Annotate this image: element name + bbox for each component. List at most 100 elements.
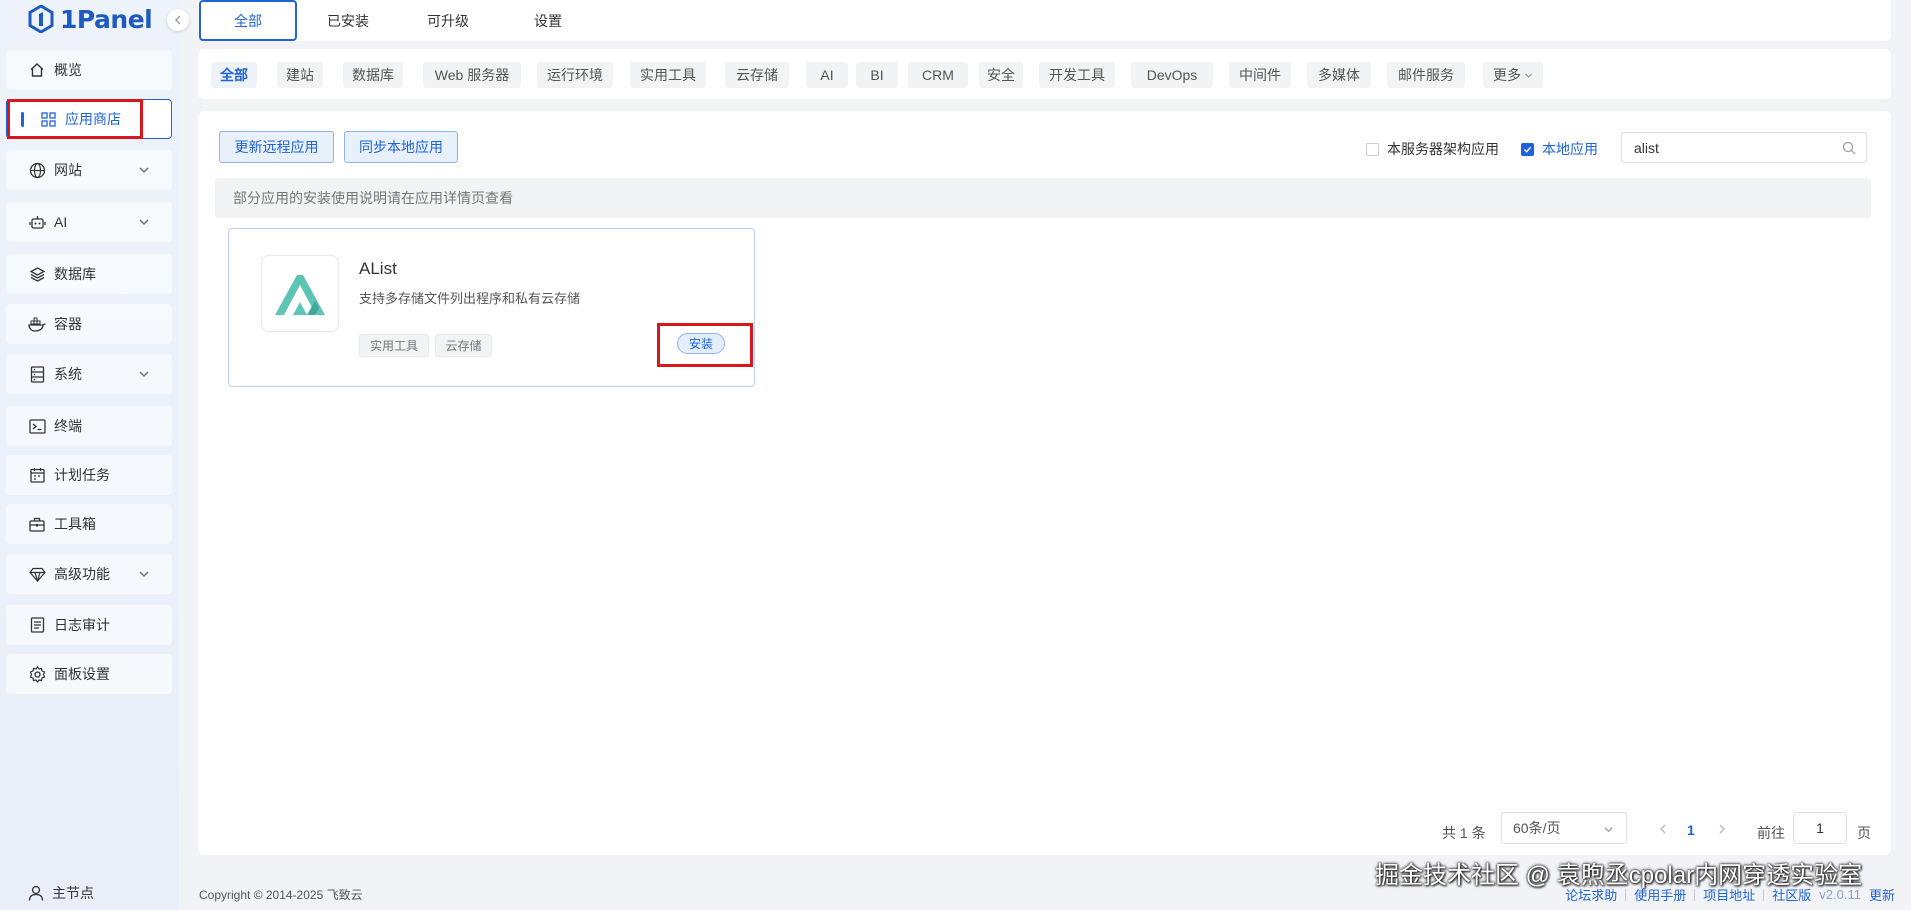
sidebar-item-container[interactable]: 容器 (6, 304, 172, 344)
next-page-button[interactable] (1717, 822, 1727, 838)
app-description: 支持多存储文件列出程序和私有云存储 (359, 291, 581, 306)
sidebar-item-ai[interactable]: AI (6, 202, 172, 242)
sidebar-item-label: 终端 (54, 418, 82, 434)
category-media[interactable]: 多媒体 (1307, 62, 1371, 88)
logo[interactable]: 1Panel (28, 4, 153, 34)
category-all[interactable]: 全部 (211, 62, 257, 88)
log-icon (28, 616, 46, 634)
category-bi[interactable]: BI (856, 62, 898, 88)
app-card[interactable]: AList 支持多存储文件列出程序和私有云存储 实用工具 云存储 安装 (228, 228, 755, 387)
terminal-icon (28, 417, 46, 435)
user-icon (28, 885, 44, 901)
category-website[interactable]: 建站 (277, 62, 323, 88)
category-filter: 全部 建站 数据库 Web 服务器 运行环境 实用工具 云存储 AI BI CR… (198, 49, 1891, 99)
divider (1763, 888, 1765, 901)
sidebar-item-label: 工具箱 (54, 516, 96, 532)
footer-link-project[interactable]: 项目地址 (1703, 885, 1755, 904)
version-label: v2.0.11 (1819, 887, 1861, 902)
sidebar-item-database[interactable]: 数据库 (6, 254, 172, 294)
calendar-icon (28, 466, 46, 484)
sync-local-apps-button[interactable]: 同步本地应用 (344, 131, 458, 163)
app-list-panel: 更新远程应用 同步本地应用 本服务器架构应用 本地应用 alist 部分应用的安… (198, 111, 1891, 855)
footer-link-forum[interactable]: 论坛求助 (1565, 885, 1617, 904)
goto-page-input[interactable]: 1 (1793, 812, 1847, 844)
category-devops[interactable]: DevOps (1131, 62, 1213, 88)
node-label: 主节点 (52, 885, 94, 901)
chevron-down-icon (139, 167, 149, 173)
update-link[interactable]: 更新 (1869, 885, 1895, 904)
copyright: Copyright © 2014-2025 飞致云 (199, 888, 363, 902)
category-database[interactable]: 数据库 (343, 62, 403, 88)
sidebar-item-label: 计划任务 (54, 467, 110, 483)
sidebar-item-cron[interactable]: 计划任务 (6, 455, 172, 495)
sidebar-item-toolbox[interactable]: 工具箱 (6, 504, 172, 544)
search-icon[interactable] (1842, 141, 1856, 155)
tab-installed[interactable]: 已安装 (310, 0, 386, 41)
divider (1694, 888, 1696, 901)
sidebar-item-panel-settings[interactable]: 面板设置 (6, 654, 172, 694)
node-switcher[interactable]: 主节点 (28, 883, 94, 903)
chevron-right-icon (1719, 824, 1725, 834)
check-icon (1523, 146, 1532, 153)
search-input[interactable]: alist (1621, 132, 1867, 163)
footer-link-manual[interactable]: 使用手册 (1634, 885, 1686, 904)
sidebar-item-advanced[interactable]: 高级功能 (6, 554, 172, 594)
footer-links: 论坛求助 使用手册 项目地址 社区版 v2.0.11 更新 (1565, 885, 1895, 904)
notice-bar: 部分应用的安装使用说明请在应用详情页查看 (215, 178, 1871, 218)
footer-link-edition[interactable]: 社区版 (1772, 885, 1811, 904)
category-security[interactable]: 安全 (979, 62, 1023, 88)
server-icon (28, 365, 46, 383)
chevron-left-icon (175, 15, 181, 25)
search-value: alist (1634, 139, 1659, 156)
update-remote-apps-button[interactable]: 更新远程应用 (219, 131, 334, 163)
tab-upgradable[interactable]: 可升级 (410, 0, 486, 41)
category-tools[interactable]: 实用工具 (630, 62, 706, 88)
page-size-select[interactable]: 60条/页 (1501, 812, 1627, 844)
page-suffix: 页 (1857, 825, 1871, 841)
sidebar-item-label: 网站 (54, 162, 82, 178)
chevron-down-icon (139, 371, 149, 377)
sidebar-item-overview[interactable]: 概览 (6, 50, 172, 90)
chevron-down-icon (1604, 827, 1613, 833)
toolbox-icon (28, 515, 46, 533)
category-ai[interactable]: AI (806, 62, 848, 88)
category-cloud-storage[interactable]: 云存储 (725, 62, 789, 88)
sidebar-item-label: 日志审计 (54, 617, 110, 633)
category-more-dropdown[interactable]: 更多 (1483, 62, 1543, 88)
checkbox-box (1366, 142, 1379, 156)
app-tag: 云存储 (435, 334, 492, 357)
category-runtime[interactable]: 运行环境 (537, 62, 613, 88)
category-crm[interactable]: CRM (908, 62, 968, 88)
logo-text: 1Panel (60, 4, 153, 34)
top-tabs: 全部 已安装 可升级 设置 (198, 0, 1891, 41)
goto-label: 前往 (1757, 825, 1785, 841)
local-apps-checkbox[interactable]: 本地应用 (1521, 139, 1598, 159)
sidebar-item-label: 高级功能 (54, 566, 110, 582)
app-name[interactable]: AList (359, 259, 397, 279)
prev-page-button[interactable] (1658, 822, 1668, 838)
category-web-server[interactable]: Web 服务器 (423, 62, 521, 88)
sidebar-item-label: 面板设置 (54, 666, 110, 682)
category-dev-tools[interactable]: 开发工具 (1039, 62, 1115, 88)
home-icon (28, 61, 46, 79)
app-logo (261, 255, 339, 332)
sidebar-item-website[interactable]: 网站 (6, 150, 172, 190)
sidebar-item-log-audit[interactable]: 日志审计 (6, 605, 172, 645)
highlight-box (7, 99, 143, 139)
tab-all[interactable]: 全部 (199, 0, 297, 41)
arch-filter-checkbox[interactable]: 本服务器架构应用 (1366, 139, 1499, 159)
chevron-down-icon (139, 219, 149, 225)
gear-icon (28, 665, 46, 683)
app-tag: 实用工具 (359, 334, 429, 357)
category-more-label: 更多 (1493, 67, 1521, 83)
logo-icon (28, 5, 54, 33)
category-middleware[interactable]: 中间件 (1229, 62, 1291, 88)
tab-settings[interactable]: 设置 (510, 0, 586, 41)
collapse-sidebar-button[interactable] (167, 9, 189, 31)
page-number-current[interactable]: 1 (1687, 822, 1695, 838)
category-mail[interactable]: 邮件服务 (1387, 62, 1465, 88)
sidebar-item-terminal[interactable]: 终端 (6, 406, 172, 446)
sidebar-item-system[interactable]: 系统 (6, 354, 172, 394)
alist-logo-icon (275, 274, 325, 315)
layers-icon (28, 265, 46, 283)
